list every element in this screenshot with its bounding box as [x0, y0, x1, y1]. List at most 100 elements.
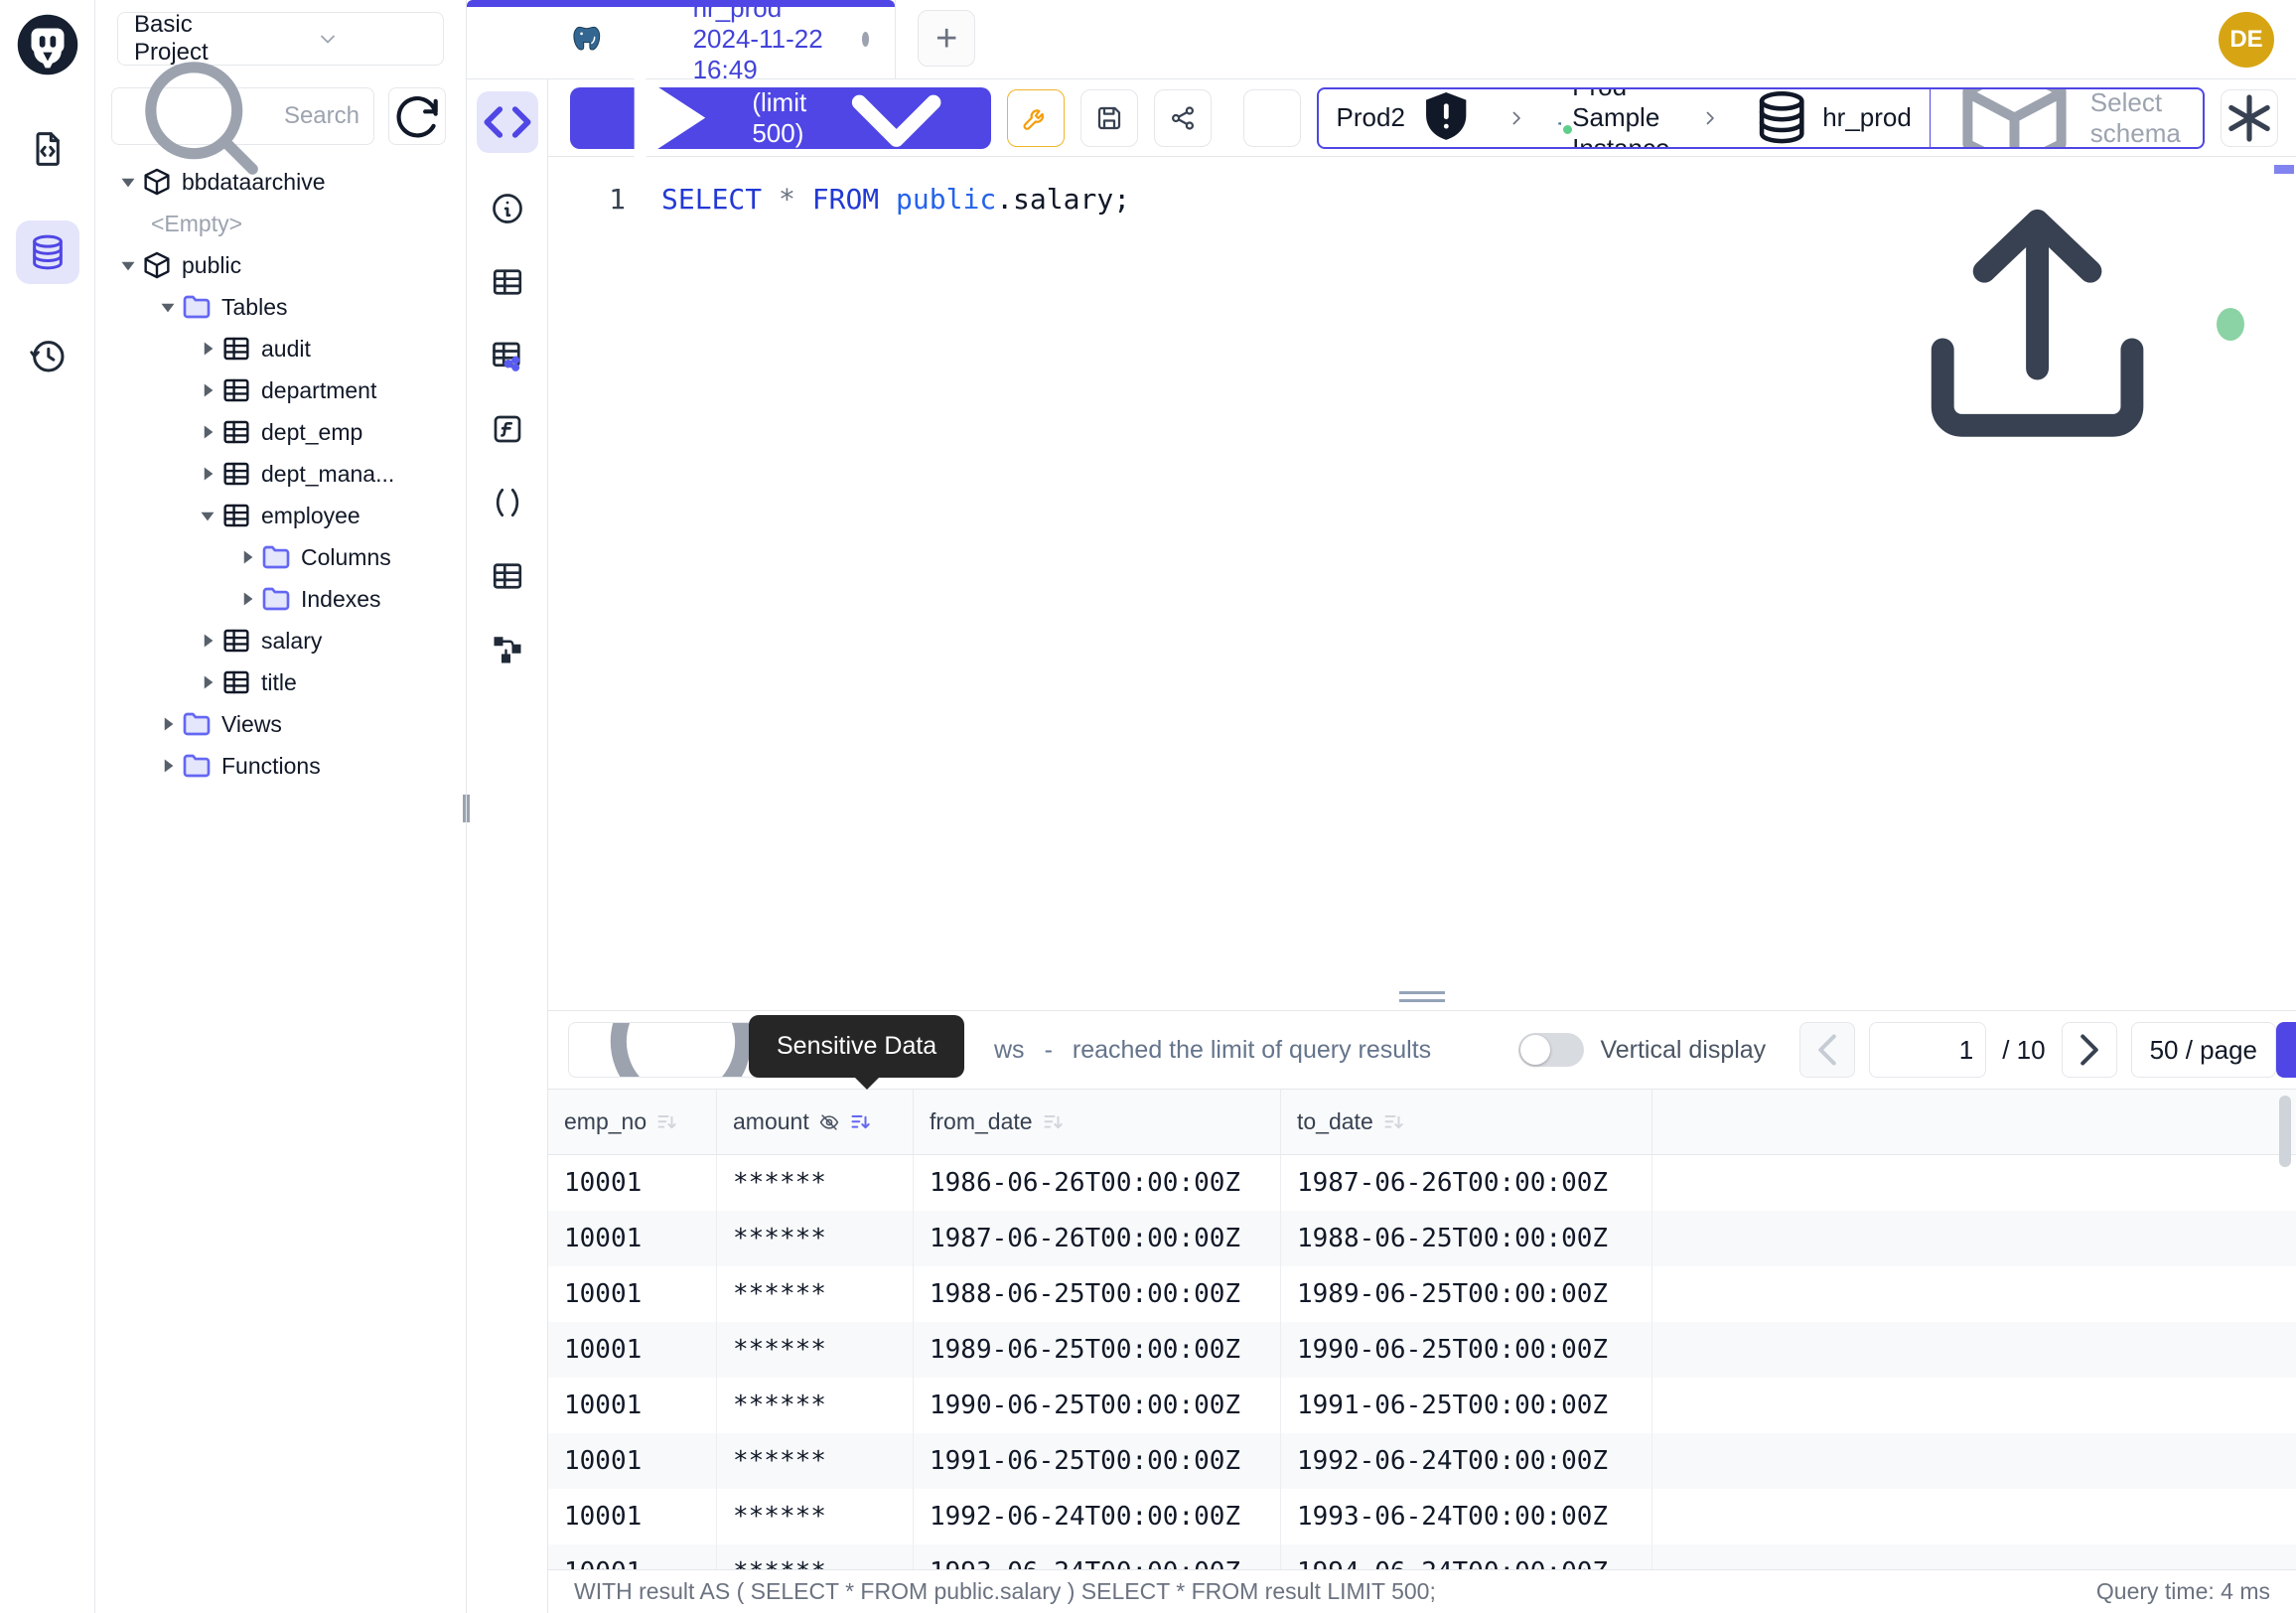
column-header-emp_no[interactable]: emp_no [548, 1090, 717, 1154]
upload-icon[interactable] [1886, 173, 2189, 476]
table-cell[interactable]: ****** [717, 1266, 914, 1322]
table-cell[interactable]: 1993-06-24T00:00:00Z [1281, 1489, 1652, 1544]
strip-info-button[interactable] [486, 187, 529, 230]
tree-item-columns[interactable]: Columns [95, 536, 466, 578]
table-cell[interactable] [1652, 1489, 2296, 1544]
table-cell[interactable]: 10001 [548, 1489, 717, 1544]
avatar[interactable]: DE [2219, 12, 2274, 68]
table-row[interactable]: 10001******1992-06-24T00:00:00Z1993-06-2… [548, 1489, 2296, 1544]
table-cell[interactable]: 10001 [548, 1322, 717, 1378]
column-header-to_date[interactable]: to_date [1281, 1090, 1652, 1154]
strip-parentheses-button[interactable] [486, 481, 529, 524]
tree-item-public[interactable]: public [95, 244, 466, 286]
page-number-input[interactable]: 1 [1869, 1022, 1986, 1078]
tree-item-dept-mana-[interactable]: dept_mana... [95, 453, 466, 495]
rail-history-button[interactable] [16, 324, 79, 387]
table-cell[interactable]: 1986-06-26T00:00:00Z [914, 1155, 1281, 1211]
table-cell[interactable]: 1989-06-25T00:00:00Z [1281, 1266, 1652, 1322]
table-cell[interactable] [1652, 1155, 2296, 1211]
tree-item-title[interactable]: title [95, 661, 466, 703]
refresh-schema-button[interactable] [388, 87, 446, 145]
table-cell[interactable]: 10001 [548, 1433, 717, 1489]
tree-item-salary[interactable]: salary [95, 620, 466, 661]
next-page-button[interactable] [2062, 1022, 2117, 1078]
table-row[interactable]: 10001******1989-06-25T00:00:00Z1990-06-2… [548, 1322, 2296, 1378]
rail-database-button[interactable] [16, 220, 79, 284]
sidebar-resize-handle[interactable] [463, 795, 470, 822]
save-button[interactable] [1080, 89, 1138, 147]
table-row[interactable]: 10001******1993-06-24T00:00:00Z1994-06-2… [548, 1544, 2296, 1569]
table-cell[interactable]: 1990-06-25T00:00:00Z [914, 1378, 1281, 1433]
table-cell[interactable]: ****** [717, 1433, 914, 1489]
tree-item-functions[interactable]: Functions [95, 745, 466, 787]
page-size-select[interactable]: 50 / page [2131, 1022, 2276, 1078]
table-cell[interactable]: 10001 [548, 1378, 717, 1433]
table-row[interactable]: 10001******1988-06-25T00:00:00Z1989-06-2… [548, 1266, 2296, 1322]
table-cell[interactable]: ****** [717, 1489, 914, 1544]
table-cell[interactable]: ****** [717, 1544, 914, 1569]
sidebar-search-input[interactable]: Search [111, 87, 374, 145]
wrench-button[interactable] [1007, 89, 1065, 147]
select-schema-button[interactable]: Select schema [1931, 89, 2203, 147]
table-cell[interactable]: 1993-06-24T00:00:00Z [914, 1544, 1281, 1569]
table-cell[interactable]: 1988-06-25T00:00:00Z [914, 1266, 1281, 1322]
table-row[interactable]: 10001******1986-06-26T00:00:00Z1987-06-2… [548, 1155, 2296, 1211]
strip-table-grid-button[interactable] [486, 554, 529, 598]
strip-table-cluster-button[interactable] [486, 334, 529, 377]
tree-item-indexes[interactable]: Indexes [95, 578, 466, 620]
share-button[interactable] [1154, 89, 1212, 147]
table-cell[interactable]: 10001 [548, 1155, 717, 1211]
breadcrumb[interactable]: Prod2 Prod Sample Instance hr_prod [1319, 89, 1930, 147]
table-cell[interactable] [1652, 1322, 2296, 1378]
tree-item-tables[interactable]: Tables [95, 286, 466, 328]
tree-item-audit[interactable]: audit [95, 328, 466, 369]
table-cell[interactable] [1652, 1211, 2296, 1266]
tree-item-dept-emp[interactable]: dept_emp [95, 411, 466, 453]
ai-assistant-button[interactable] [2221, 89, 2278, 147]
column-header-from_date[interactable]: from_date [914, 1090, 1281, 1154]
tree-item-bbdataarchive[interactable]: bbdataarchive [95, 161, 466, 203]
table-cell[interactable]: 1992-06-24T00:00:00Z [1281, 1433, 1652, 1489]
prev-page-button[interactable] [1799, 1022, 1855, 1078]
panel-resize-handle[interactable] [1399, 991, 1445, 1002]
table-cell[interactable] [1652, 1266, 2296, 1322]
table-cell[interactable]: 1990-06-25T00:00:00Z [1281, 1322, 1652, 1378]
table-cell[interactable] [1652, 1433, 2296, 1489]
table-cell[interactable] [1652, 1544, 2296, 1569]
table-cell[interactable]: 1991-06-25T00:00:00Z [1281, 1378, 1652, 1433]
table-cell[interactable]: ****** [717, 1378, 914, 1433]
editor-scrollbar[interactable] [2272, 157, 2296, 1010]
table-cell[interactable]: ****** [717, 1322, 914, 1378]
sql-editor-mode-button[interactable] [477, 91, 538, 153]
table-cell[interactable]: 10001 [548, 1211, 717, 1266]
export-button[interactable] [2276, 1022, 2296, 1078]
table-cell[interactable]: 1989-06-25T00:00:00Z [914, 1322, 1281, 1378]
rail-worksheet-button[interactable] [16, 117, 79, 181]
strip-table-grid-button[interactable] [486, 260, 529, 304]
table-scrollbar-thumb[interactable] [2279, 1096, 2291, 1167]
table-row[interactable]: 10001******1987-06-26T00:00:00Z1988-06-2… [548, 1211, 2296, 1266]
table-cell[interactable]: ****** [717, 1155, 914, 1211]
table-row[interactable]: 10001******1990-06-25T00:00:00Z1991-06-2… [548, 1378, 2296, 1433]
table-cell[interactable]: 1987-06-26T00:00:00Z [1281, 1155, 1652, 1211]
table-cell[interactable]: 1991-06-25T00:00:00Z [914, 1433, 1281, 1489]
column-header-amount[interactable]: amount [717, 1090, 914, 1154]
strip-function-button[interactable] [486, 407, 529, 451]
tree-item-views[interactable]: Views [95, 703, 466, 745]
connection-button[interactable] [1243, 89, 1301, 147]
table-cell[interactable]: 1994-06-24T00:00:00Z [1281, 1544, 1652, 1569]
table-row[interactable]: 10001******1991-06-25T00:00:00Z1992-06-2… [548, 1433, 2296, 1489]
tree-item-employee[interactable]: employee [95, 495, 466, 536]
strip-schema-diagram-button[interactable] [486, 628, 529, 671]
tab-hr-prod[interactable]: hr_prod 2024-11-22 16:49 [467, 0, 896, 78]
tree-item-department[interactable]: department [95, 369, 466, 411]
table-cell[interactable] [1652, 1378, 2296, 1433]
run-query-button[interactable]: (limit 500) [570, 87, 991, 149]
table-cell[interactable]: 10001 [548, 1544, 717, 1569]
vertical-display-toggle[interactable] [1518, 1033, 1584, 1067]
table-cell[interactable]: 1992-06-24T00:00:00Z [914, 1489, 1281, 1544]
table-cell[interactable]: 1988-06-25T00:00:00Z [1281, 1211, 1652, 1266]
table-cell[interactable]: 1987-06-26T00:00:00Z [914, 1211, 1281, 1266]
table-cell[interactable]: 10001 [548, 1266, 717, 1322]
sql-editor[interactable]: 1 SELECT * FROM public.salary; [548, 157, 2296, 1010]
